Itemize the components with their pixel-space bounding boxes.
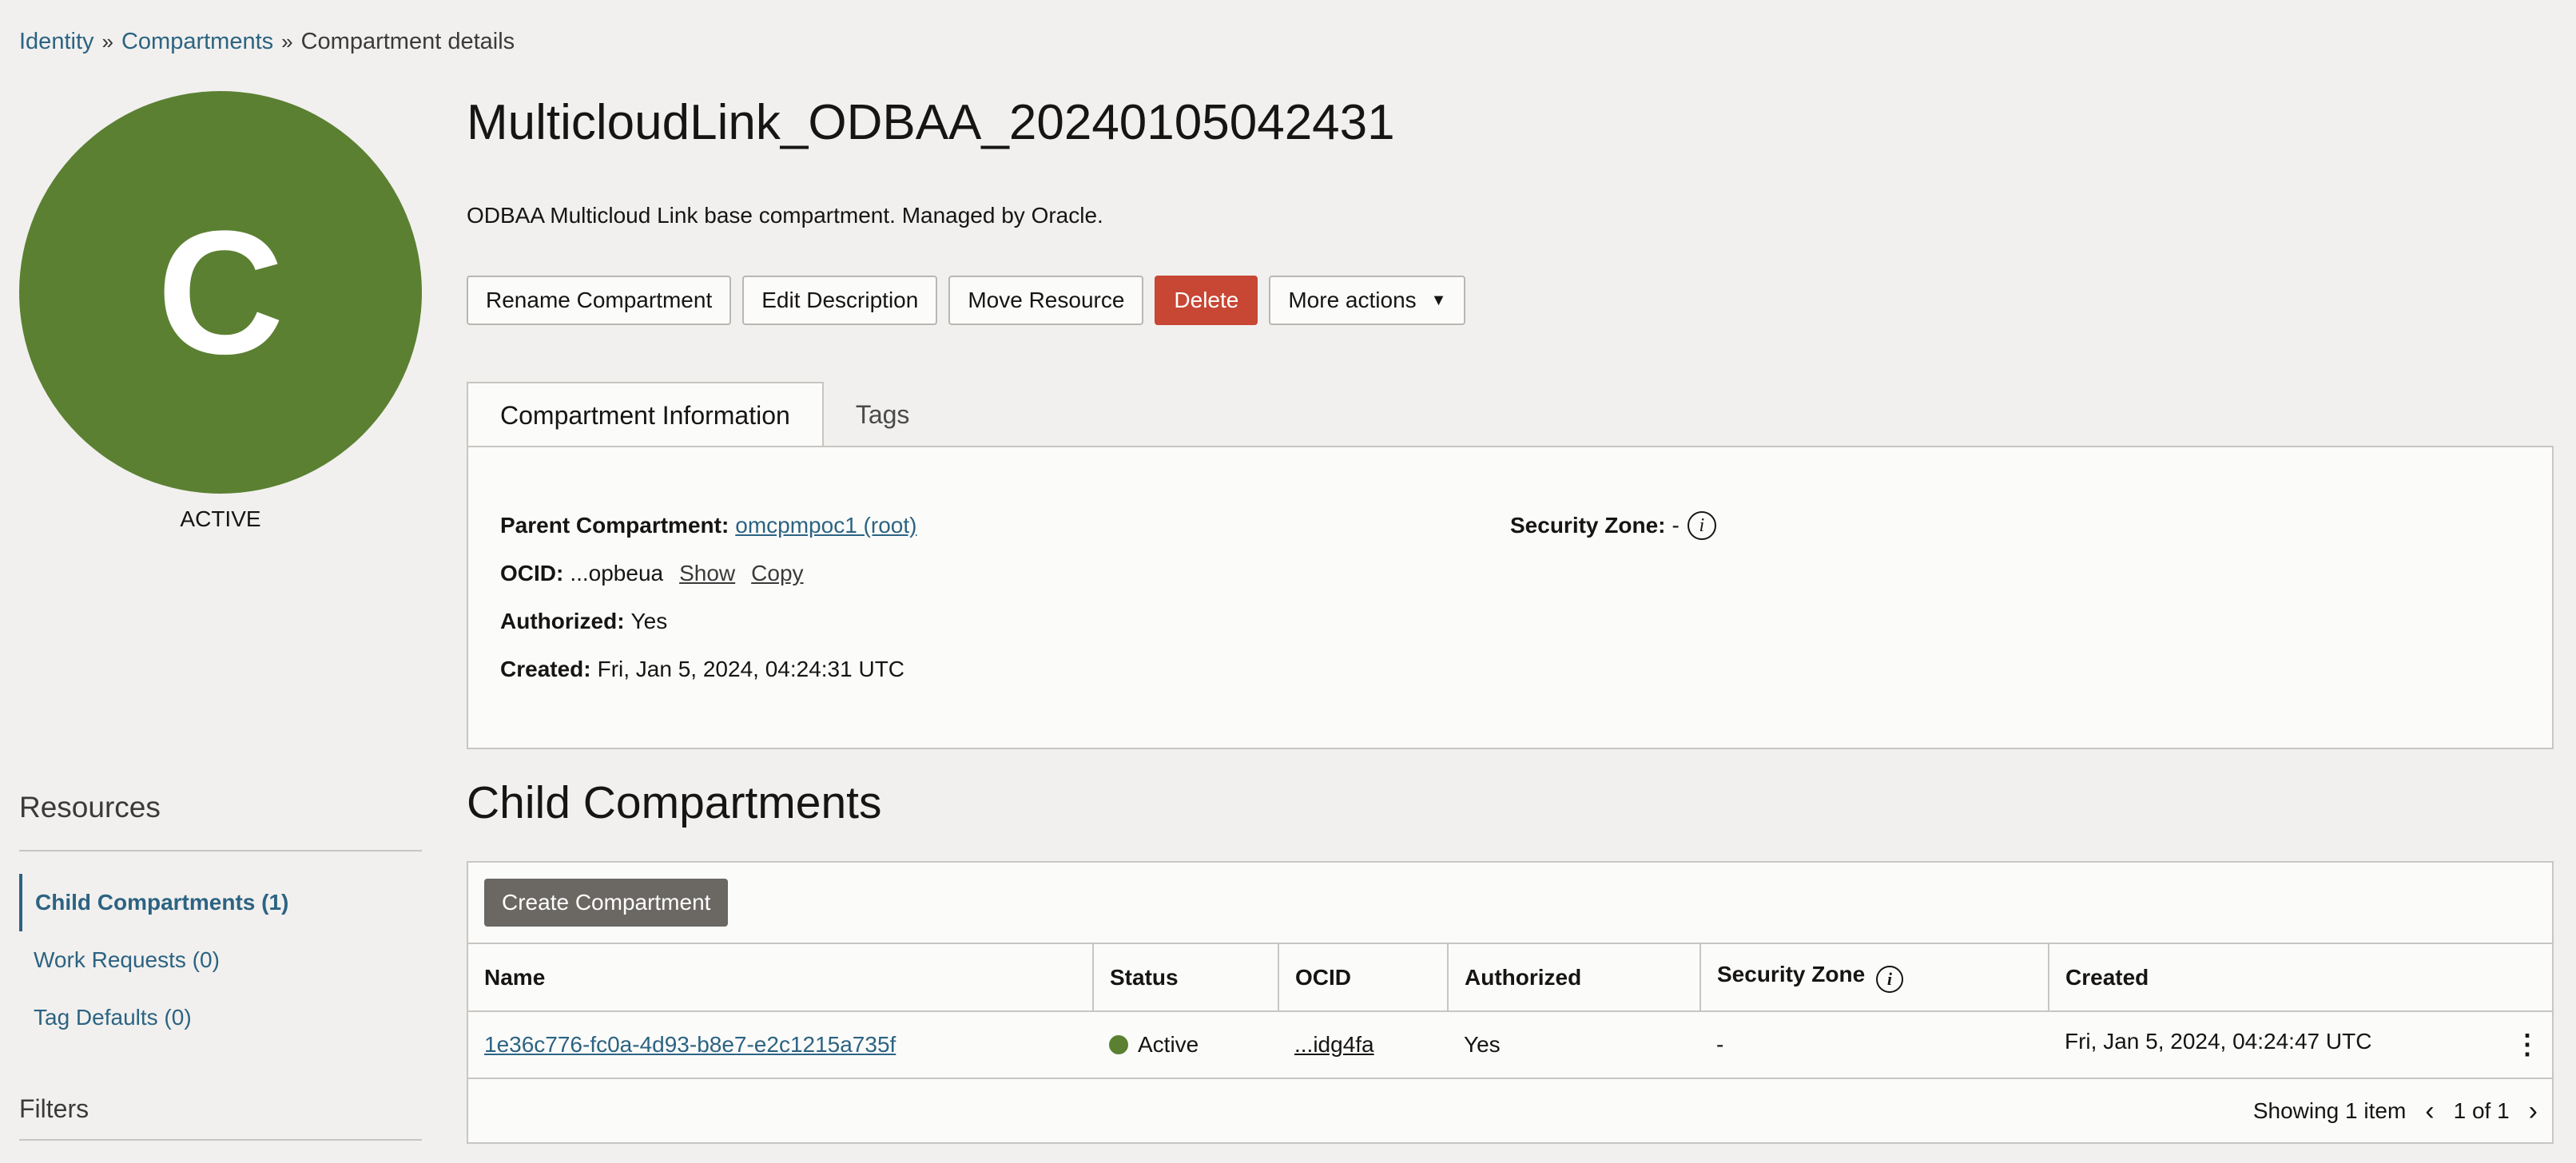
page-title: MulticloudLink_ODBAA_20240105042431 [467,95,1395,150]
authorized-row: Authorized: Yes [500,597,916,645]
created-text: Fri, Jan 5, 2024, 04:24:47 UTC [2065,1029,2372,1054]
cell-security-zone: - [1700,1011,2049,1079]
table-header-row: Name Status OCID Authorized Security Zon… [468,944,2552,1012]
filters-heading: Filters [19,1094,89,1123]
more-actions-label: More actions [1288,288,1417,312]
child-compartments-table: Name Status OCID Authorized Security Zon… [468,944,2552,1079]
breadcrumb-compartments-link[interactable]: Compartments [121,29,273,55]
authorized-label: Authorized: [500,609,625,633]
caret-down-icon: ▼ [1430,291,1447,309]
created-value: Fri, Jan 5, 2024, 04:24:31 UTC [597,657,905,681]
cell-name: 1e36c776-fc0a-4d93-b8e7-e2c1215a735f [468,1011,1093,1079]
security-zone-row: Security Zone: - i [1510,502,1716,550]
tab-compartment-information[interactable]: Compartment Information [467,382,824,447]
created-label: Created: [500,657,591,681]
status-text: Active [1138,1032,1199,1057]
more-actions-dropdown[interactable]: More actions ▼ [1269,276,1466,325]
column-header-name[interactable]: Name [468,944,1094,1012]
parent-compartment-link[interactable]: omcpmpoc1 (root) [735,513,916,538]
info-icon[interactable]: i [1875,966,1903,993]
cell-created: Fri, Jan 5, 2024, 04:24:47 UTC ⋮ [2049,1011,2552,1079]
rename-compartment-button[interactable]: Rename Compartment [467,276,732,325]
row-actions-kebab-icon[interactable]: ⋮ [2514,1029,2541,1061]
compartment-information-panel: Parent Compartment: omcpmpoc1 (root) OCI… [467,446,2554,749]
child-compartments-table-card: Create Compartment Name Status OCID Auth… [467,861,2554,1144]
resources-divider [19,850,422,851]
breadcrumb-separator: » [101,30,113,54]
showing-count: Showing 1 item [2252,1098,2407,1123]
ocid-label: OCID: [500,561,564,585]
ocid-value: ...opbeua [570,561,664,585]
move-resource-button[interactable]: Move Resource [948,276,1144,325]
chevron-right-icon[interactable]: › [2529,1096,2538,1127]
ocid-row: OCID: ...opbeua Show Copy [500,550,916,597]
info-left-column: Parent Compartment: omcpmpoc1 (root) OCI… [500,502,916,693]
cell-authorized: Yes [1448,1011,1700,1079]
tab-tags[interactable]: Tags [824,382,942,447]
cell-status: Active [1093,1011,1278,1079]
child-compartment-name-link[interactable]: 1e36c776-fc0a-4d93-b8e7-e2c1215a735f [484,1032,896,1057]
page-indicator: 1 of 1 [2453,1098,2510,1123]
action-toolbar: Rename Compartment Edit Description Move… [467,276,1466,325]
create-compartment-button[interactable]: Create Compartment [484,879,729,927]
parent-compartment-label: Parent Compartment: [500,513,729,538]
security-zone-label: Security Zone: [1510,513,1666,538]
status-active-dot-icon [1109,1035,1128,1054]
page: Identity » Compartments » Compartment de… [0,0,2576,1163]
security-zone-value: - [1672,513,1680,538]
column-header-ocid[interactable]: OCID [1278,944,1449,1012]
filters-divider [19,1139,422,1141]
compartment-description: ODBAA Multicloud Link base compartment. … [467,203,1103,228]
detail-tabs: Compartment Information Tags [467,382,941,447]
table-toolbar: Create Compartment [468,863,2552,944]
column-header-status[interactable]: Status [1093,944,1279,1012]
resources-item-work-requests[interactable]: Work Requests (0) [19,931,422,989]
child-compartments-heading: Child Compartments [467,777,882,828]
delete-button[interactable]: Delete [1155,276,1258,325]
info-right-column: Security Zone: - i [1510,502,1716,550]
column-header-created[interactable]: Created [2049,944,2552,1012]
parent-compartment-row: Parent Compartment: omcpmpoc1 (root) [500,502,916,550]
column-header-authorized[interactable]: Authorized [1448,944,1701,1012]
avatar-letter: C [157,194,284,391]
breadcrumb-current: Compartment details [300,29,515,54]
column-header-security-zone[interactable]: Security Zone i [1700,944,2049,1012]
cell-ocid: ...idg4fa [1278,1011,1448,1079]
breadcrumb-separator: » [281,30,293,54]
created-row: Created: Fri, Jan 5, 2024, 04:24:31 UTC [500,645,916,693]
compartment-avatar: C [19,91,422,494]
edit-description-button[interactable]: Edit Description [742,276,938,325]
authorized-value: Yes [630,609,668,633]
resources-nav: Child Compartments (1) Work Requests (0)… [19,874,422,1046]
breadcrumb-identity-link[interactable]: Identity [19,29,94,55]
resources-item-child-compartments[interactable]: Child Compartments (1) [19,874,422,931]
resources-heading: Resources [19,791,161,824]
chevron-left-icon[interactable]: ‹ [2425,1096,2434,1127]
avatar-status-label: ACTIVE [180,506,261,531]
ocid-show-link[interactable]: Show [679,561,735,586]
resources-item-tag-defaults[interactable]: Tag Defaults (0) [19,989,422,1046]
ocid-copy-link[interactable]: Copy [751,561,803,586]
table-row: 1e36c776-fc0a-4d93-b8e7-e2c1215a735f Act… [468,1011,2552,1079]
breadcrumb: Identity » Compartments » Compartment de… [19,29,515,55]
ocid-link[interactable]: ...idg4fa [1294,1032,1374,1057]
info-icon[interactable]: i [1687,511,1716,540]
column-header-security-zone-label: Security Zone [1717,962,1866,986]
table-pagination: Showing 1 item ‹ 1 of 1 › [468,1079,2552,1143]
